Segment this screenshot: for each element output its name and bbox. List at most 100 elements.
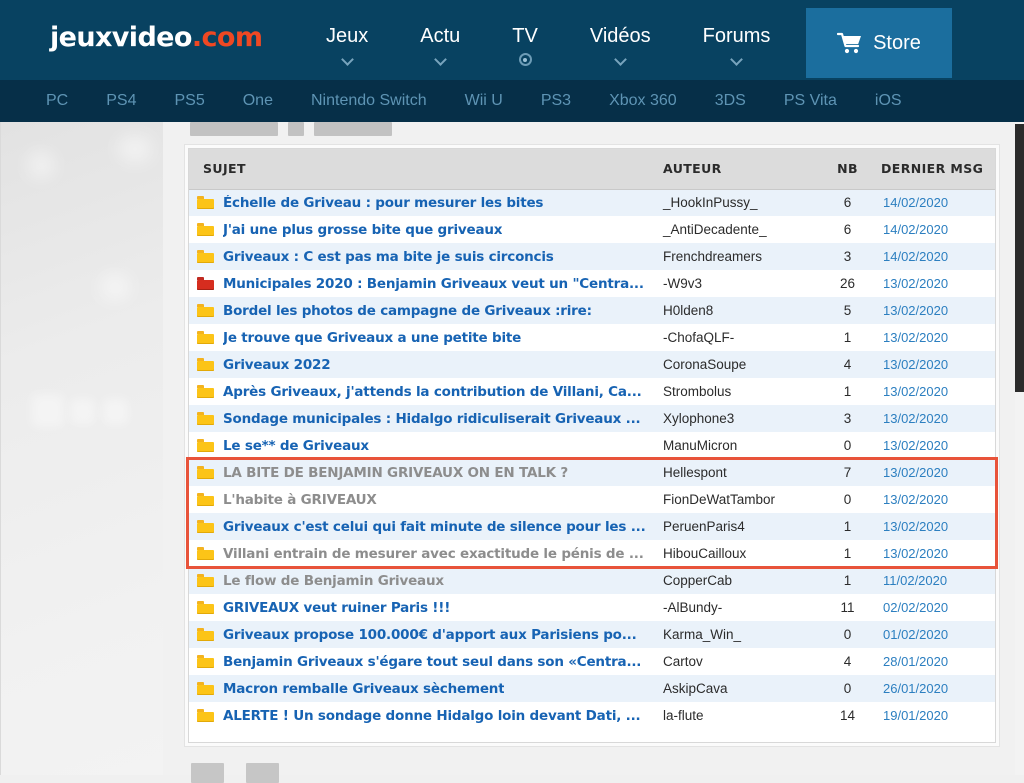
table-row[interactable]: Macron remballe Griveaux sèchement AskipC… bbox=[189, 675, 995, 702]
table-row[interactable]: L'habite à GRIVEAUX FionDeWatTambor 0 13/02… bbox=[189, 486, 995, 513]
table-row[interactable]: Griveaux c'est celui qui fait minute de … bbox=[189, 513, 995, 540]
topic-title-link[interactable]: Benjamin Griveaux s'égare tout seul dans… bbox=[223, 654, 641, 670]
subnav-item-ps5[interactable]: PS5 bbox=[174, 92, 204, 110]
column-header-auteur[interactable]: AUTEUR bbox=[655, 149, 820, 190]
nav-item-forums[interactable]: Forums bbox=[677, 0, 797, 62]
nav-item-jeux[interactable]: Jeux bbox=[300, 0, 394, 62]
topic-last-message-link[interactable]: 26/01/2020 bbox=[883, 681, 948, 696]
table-row[interactable]: Municipales 2020 : Benjamin Griveaux veu… bbox=[189, 270, 995, 297]
topic-last-message-link[interactable]: 01/02/2020 bbox=[883, 627, 948, 642]
topic-last-message-link[interactable]: 02/02/2020 bbox=[883, 600, 948, 615]
topic-author-cell[interactable]: Hellespont bbox=[655, 459, 820, 486]
table-row[interactable]: Benjamin Griveaux s'égare tout seul dans… bbox=[189, 648, 995, 675]
topic-title-link[interactable]: Griveaux : C est pas ma bite je suis cir… bbox=[223, 249, 554, 265]
topic-author-cell[interactable]: Frenchdreamers bbox=[655, 243, 820, 270]
topic-title-link[interactable]: ALERTE ! Un sondage donne Hidalgo loin d… bbox=[223, 708, 640, 724]
table-row[interactable]: ALERTE ! Un sondage donne Hidalgo loin d… bbox=[189, 702, 995, 729]
site-logo[interactable]: jeuxvideo.com bbox=[50, 22, 263, 53]
table-row[interactable]: Le se** de Griveaux ManuMicron 0 13/02/2020 bbox=[189, 432, 995, 459]
topic-author-cell[interactable]: -ChofaQLF- bbox=[655, 324, 820, 351]
nav-item-tv[interactable]: TV bbox=[486, 0, 564, 66]
subnav-item-nintendo-switch[interactable]: Nintendo Switch bbox=[311, 92, 427, 110]
topic-last-message-link[interactable]: 13/02/2020 bbox=[883, 492, 948, 507]
topic-title-link[interactable]: Je trouve que Griveaux a une petite bite bbox=[223, 330, 521, 346]
topic-title-link[interactable]: Échelle de Griveau : pour mesurer les bi… bbox=[223, 195, 543, 211]
subnav-item-ps3[interactable]: PS3 bbox=[541, 92, 571, 110]
topic-author-cell[interactable]: _AntiDecadente_ bbox=[655, 216, 820, 243]
table-row[interactable]: Bordel les photos de campagne de Griveau… bbox=[189, 297, 995, 324]
subnav-item-ps-vita[interactable]: PS Vita bbox=[784, 92, 837, 110]
topic-author-cell[interactable]: Strombolus bbox=[655, 378, 820, 405]
table-row[interactable]: Griveaux propose 100.000€ d'apport aux P… bbox=[189, 621, 995, 648]
table-row[interactable]: LA BITE DE BENJAMIN GRIVEAUX ON EN TALK … bbox=[189, 459, 995, 486]
pagination-placeholder[interactable] bbox=[191, 763, 224, 783]
topic-author-cell[interactable]: ManuMicron bbox=[655, 432, 820, 459]
topic-title-link[interactable]: Macron remballe Griveaux sèchement bbox=[223, 681, 504, 697]
topic-last-message-link[interactable]: 14/02/2020 bbox=[883, 195, 948, 210]
topic-title-link[interactable]: Après Griveaux, j'attends la contributio… bbox=[223, 384, 642, 400]
topic-title-link[interactable]: Griveaux c'est celui qui fait minute de … bbox=[223, 519, 646, 535]
table-row[interactable]: GRIVEAUX veut ruiner Paris !!! -AlBundy- 1… bbox=[189, 594, 995, 621]
topic-last-message-link[interactable]: 19/01/2020 bbox=[883, 708, 948, 723]
store-button[interactable]: Store bbox=[806, 8, 952, 78]
topic-title-link[interactable]: Le flow de Benjamin Griveaux bbox=[223, 573, 444, 589]
topic-last-message-link[interactable]: 13/02/2020 bbox=[883, 411, 948, 426]
topic-last-message-link[interactable]: 14/02/2020 bbox=[883, 222, 948, 237]
topic-title-link[interactable]: Le se** de Griveaux bbox=[223, 438, 369, 454]
table-row[interactable]: Griveaux 2022 CoronaSoupe 4 13/02/2020 bbox=[189, 351, 995, 378]
subnav-item-one[interactable]: One bbox=[243, 92, 273, 110]
topic-author-cell[interactable]: HibouCailloux bbox=[655, 540, 820, 567]
topic-author-cell[interactable]: -AlBundy- bbox=[655, 594, 820, 621]
topic-last-message-link[interactable]: 13/02/2020 bbox=[883, 384, 948, 399]
topic-last-message-link[interactable]: 13/02/2020 bbox=[883, 519, 948, 534]
subnav-item-wii-u[interactable]: Wii U bbox=[465, 92, 503, 110]
topic-title-link[interactable]: Griveaux propose 100.000€ d'apport aux P… bbox=[223, 627, 637, 643]
subnav-item-pc[interactable]: PC bbox=[46, 92, 68, 110]
nav-item-videos[interactable]: Vidéos bbox=[564, 0, 677, 62]
subnav-item-ps4[interactable]: PS4 bbox=[106, 92, 136, 110]
topic-last-message-link[interactable]: 13/02/2020 bbox=[883, 438, 948, 453]
topic-last-message-link[interactable]: 14/02/2020 bbox=[883, 249, 948, 264]
vertical-scrollbar-thumb[interactable] bbox=[1015, 124, 1024, 392]
topic-title-link[interactable]: Bordel les photos de campagne de Griveau… bbox=[223, 303, 592, 319]
topic-last-message-link[interactable]: 28/01/2020 bbox=[883, 654, 948, 669]
table-row[interactable]: Je trouve que Griveaux a une petite bite… bbox=[189, 324, 995, 351]
topic-last-message-link[interactable]: 13/02/2020 bbox=[883, 357, 948, 372]
topic-author-cell[interactable]: PeruenParis4 bbox=[655, 513, 820, 540]
table-row[interactable]: Après Griveaux, j'attends la contributio… bbox=[189, 378, 995, 405]
topic-author-cell[interactable]: Karma_Win_ bbox=[655, 621, 820, 648]
subnav-item-3ds[interactable]: 3DS bbox=[715, 92, 746, 110]
topic-author-cell[interactable]: _HookInPussy_ bbox=[655, 189, 820, 216]
table-row[interactable]: J'ai une plus grosse bite que griveaux _A… bbox=[189, 216, 995, 243]
topic-title-link[interactable]: J'ai une plus grosse bite que griveaux bbox=[223, 222, 502, 238]
topic-author-cell[interactable]: FionDeWatTambor bbox=[655, 486, 820, 513]
topic-author-cell[interactable]: H0lden8 bbox=[655, 297, 820, 324]
topic-author-cell[interactable]: -W9v3 bbox=[655, 270, 820, 297]
topic-title-link[interactable]: GRIVEAUX veut ruiner Paris !!! bbox=[223, 600, 450, 616]
topic-author-cell[interactable]: la-flute bbox=[655, 702, 820, 729]
column-header-nb[interactable]: NB bbox=[820, 149, 875, 190]
topic-last-message-link[interactable]: 13/02/2020 bbox=[883, 303, 948, 318]
table-row[interactable]: Sondage municipales : Hidalgo ridiculise… bbox=[189, 405, 995, 432]
topic-last-message-link[interactable]: 13/02/2020 bbox=[883, 546, 948, 561]
topic-title-link[interactable]: LA BITE DE BENJAMIN GRIVEAUX ON EN TALK … bbox=[223, 465, 568, 481]
topic-author-cell[interactable]: CoronaSoupe bbox=[655, 351, 820, 378]
topic-title-link[interactable]: Municipales 2020 : Benjamin Griveaux veu… bbox=[223, 276, 644, 292]
topic-author-cell[interactable]: AskipCava bbox=[655, 675, 820, 702]
subnav-item-ios[interactable]: iOS bbox=[875, 92, 902, 110]
topic-last-message-link[interactable]: 13/02/2020 bbox=[883, 330, 948, 345]
pagination-placeholder[interactable] bbox=[246, 763, 279, 783]
topic-title-link[interactable]: Villani entrain de mesurer avec exactitu… bbox=[223, 546, 644, 562]
column-header-dernier-msg[interactable]: DERNIER MSG bbox=[875, 149, 995, 190]
topic-last-message-link[interactable]: 11/02/2020 bbox=[883, 573, 947, 588]
topic-title-link[interactable]: L'habite à GRIVEAUX bbox=[223, 492, 377, 508]
topic-author-cell[interactable]: CopperCab bbox=[655, 567, 820, 594]
table-row[interactable]: Le flow de Benjamin Griveaux CopperCab 1 11… bbox=[189, 567, 995, 594]
nav-item-actu[interactable]: Actu bbox=[394, 0, 486, 62]
topic-author-cell[interactable]: Xylophone3 bbox=[655, 405, 820, 432]
topic-last-message-link[interactable]: 13/02/2020 bbox=[883, 465, 948, 480]
table-row[interactable]: Échelle de Griveau : pour mesurer les bi… bbox=[189, 189, 995, 216]
topic-title-link[interactable]: Sondage municipales : Hidalgo ridiculise… bbox=[223, 411, 640, 427]
table-row[interactable]: Villani entrain de mesurer avec exactitu… bbox=[189, 540, 995, 567]
column-header-sujet[interactable]: SUJET bbox=[189, 149, 655, 190]
